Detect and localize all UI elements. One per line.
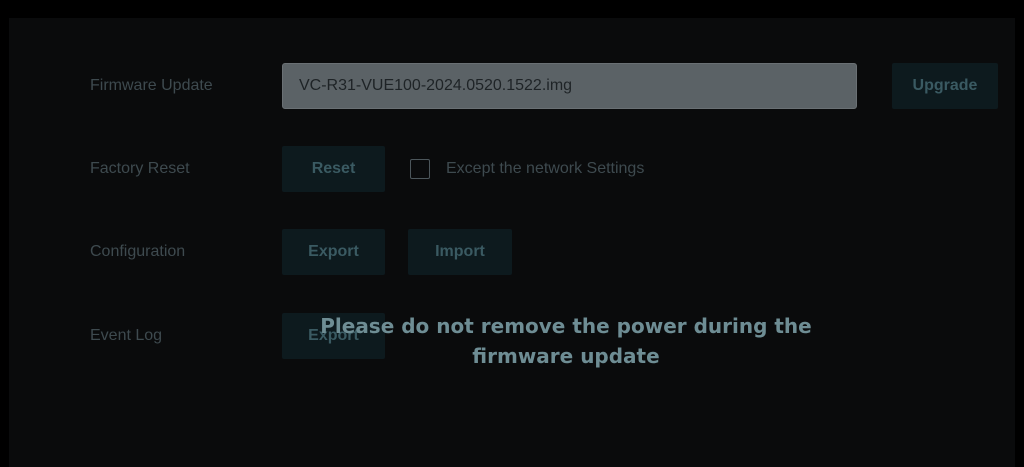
except-network-label: Except the network Settings [446,160,645,177]
warning-line-1: Please do not remove the power during th… [320,314,812,338]
firmware-warning-message: Please do not remove the power during th… [266,311,866,371]
except-network-checkbox[interactable] [410,159,430,179]
factory-reset-label: Factory Reset [90,160,190,177]
warning-line-2: firmware update [472,344,660,368]
config-import-button[interactable]: Import [408,229,512,275]
event-log-label: Event Log [90,327,163,344]
maintenance-page: Firmware Update Upgrade Factory Reset Re… [0,0,1024,467]
config-export-button[interactable]: Export [282,229,385,275]
firmware-file-field[interactable] [282,63,857,109]
reset-button[interactable]: Reset [282,146,385,192]
configuration-label: Configuration [90,243,186,260]
upgrade-button[interactable]: Upgrade [892,63,998,109]
firmware-update-label: Firmware Update [90,77,213,94]
